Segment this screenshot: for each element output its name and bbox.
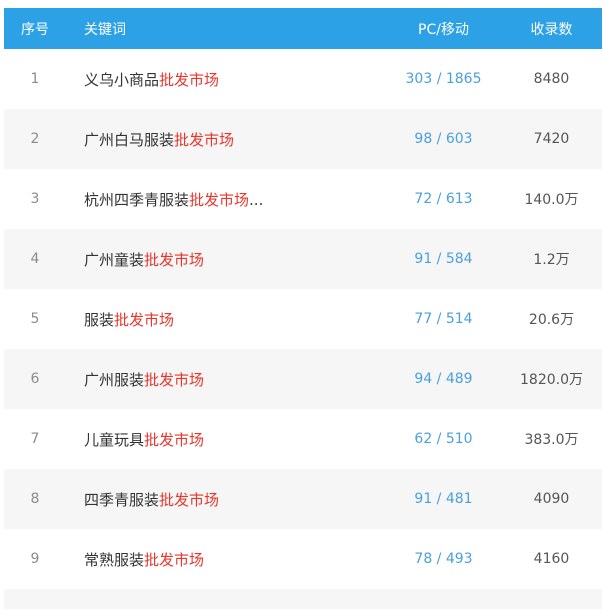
- row-index: 7: [30, 431, 40, 447]
- table-row: 5 服装批发市场 77 / 514 20.6万: [4, 289, 602, 349]
- keyword-link[interactable]: 广州服装批发市场: [66, 369, 386, 390]
- row-index: 5: [30, 311, 40, 327]
- table-row: 2 广州白马服装批发市场 98 / 603 7420: [4, 109, 602, 169]
- table-row-partial: [4, 589, 602, 609]
- indexed-count: 20.6万: [528, 312, 575, 328]
- table-row: 8 四季青服装批发市场 91 / 481 4090: [4, 469, 602, 529]
- pc-mobile-value[interactable]: 303 / 1865: [386, 71, 501, 87]
- indexed-count: 1.2万: [533, 252, 570, 268]
- table-row: 1 义乌小商品批发市场 303 / 1865 8480: [4, 49, 602, 109]
- keyword-link[interactable]: 杭州四季青服装批发市场...: [66, 189, 386, 210]
- keyword-highlight: 批发市场: [144, 370, 205, 389]
- keyword-prefix: 四季青服装: [84, 490, 160, 509]
- keyword-prefix: 常熟服装: [84, 550, 145, 569]
- keyword-prefix: 广州服装: [84, 370, 145, 389]
- table-row: 3 杭州四季青服装批发市场... 72 / 613 140.0万: [4, 169, 602, 229]
- row-index: 8: [30, 491, 40, 507]
- table-header: 序号 关键词 PC/移动 收录数: [4, 8, 602, 49]
- keyword-prefix: 广州童装: [84, 250, 145, 269]
- indexed-count: 4160: [533, 551, 570, 567]
- indexed-count: 4090: [533, 491, 570, 507]
- header-index: 序号: [21, 21, 49, 38]
- keyword-highlight: 批发市场: [159, 490, 220, 509]
- table-row: 7 儿童玩具批发市场 62 / 510 383.0万: [4, 409, 602, 469]
- table-row: 4 广州童装批发市场 91 / 584 1.2万: [4, 229, 602, 289]
- pc-mobile-value[interactable]: 72 / 613: [386, 191, 501, 207]
- row-index: 6: [30, 371, 40, 387]
- keyword-link[interactable]: 义乌小商品批发市场: [66, 69, 386, 90]
- keyword-highlight: 批发市场: [174, 130, 235, 149]
- indexed-count: 140.0万: [524, 192, 579, 208]
- keyword-table: 序号 关键词 PC/移动 收录数 1 义乌小商品批发市场 303 / 1865 …: [4, 8, 602, 609]
- pc-mobile-value[interactable]: 77 / 514: [386, 311, 501, 327]
- pc-mobile-value[interactable]: 98 / 603: [386, 131, 501, 147]
- indexed-count: 1820.0万: [520, 372, 583, 388]
- header-pc-mobile: PC/移动: [418, 21, 469, 38]
- row-index: 2: [30, 131, 40, 147]
- keyword-prefix: 杭州四季青服装: [84, 190, 190, 209]
- table-row: 6 广州服装批发市场 94 / 489 1820.0万: [4, 349, 602, 409]
- keyword-link[interactable]: 服装批发市场: [66, 309, 386, 330]
- pc-mobile-value[interactable]: 94 / 489: [386, 371, 501, 387]
- keyword-highlight: 批发市场: [144, 550, 205, 569]
- table-row: 9 常熟服装批发市场 78 / 493 4160: [4, 529, 602, 589]
- keyword-link[interactable]: 四季青服装批发市场: [66, 489, 386, 510]
- row-index: 9: [30, 551, 40, 567]
- row-index: 3: [30, 191, 40, 207]
- row-index: 4: [30, 251, 40, 267]
- keyword-highlight: 批发市场: [114, 310, 175, 329]
- keyword-link[interactable]: 儿童玩具批发市场: [66, 429, 386, 450]
- keyword-link[interactable]: 广州白马服装批发市场: [66, 129, 386, 150]
- pc-mobile-value[interactable]: 78 / 493: [386, 551, 501, 567]
- pc-mobile-value[interactable]: 91 / 481: [386, 491, 501, 507]
- keyword-highlight: 批发市场: [144, 250, 205, 269]
- keyword-highlight: 批发市场: [189, 190, 250, 209]
- keyword-prefix: 儿童玩具: [84, 430, 145, 449]
- indexed-count: 7420: [533, 131, 570, 147]
- keyword-highlight: 批发市场: [144, 430, 205, 449]
- keyword-highlight: 批发市场: [159, 70, 220, 89]
- pc-mobile-value[interactable]: 91 / 584: [386, 251, 501, 267]
- indexed-count: 383.0万: [524, 432, 579, 448]
- keyword-prefix: 义乌小商品: [84, 70, 160, 89]
- header-indexed-count: 收录数: [530, 21, 573, 38]
- keyword-prefix: 广州白马服装: [84, 130, 175, 149]
- indexed-count: 8480: [533, 71, 570, 87]
- keyword-link[interactable]: 广州童装批发市场: [66, 249, 386, 270]
- keyword-prefix: 服装: [84, 310, 115, 329]
- keyword-suffix: ...: [249, 190, 264, 209]
- keyword-link[interactable]: 常熟服装批发市场: [66, 549, 386, 570]
- header-keyword: 关键词: [84, 21, 126, 38]
- row-index: 1: [30, 71, 40, 87]
- pc-mobile-value[interactable]: 62 / 510: [386, 431, 501, 447]
